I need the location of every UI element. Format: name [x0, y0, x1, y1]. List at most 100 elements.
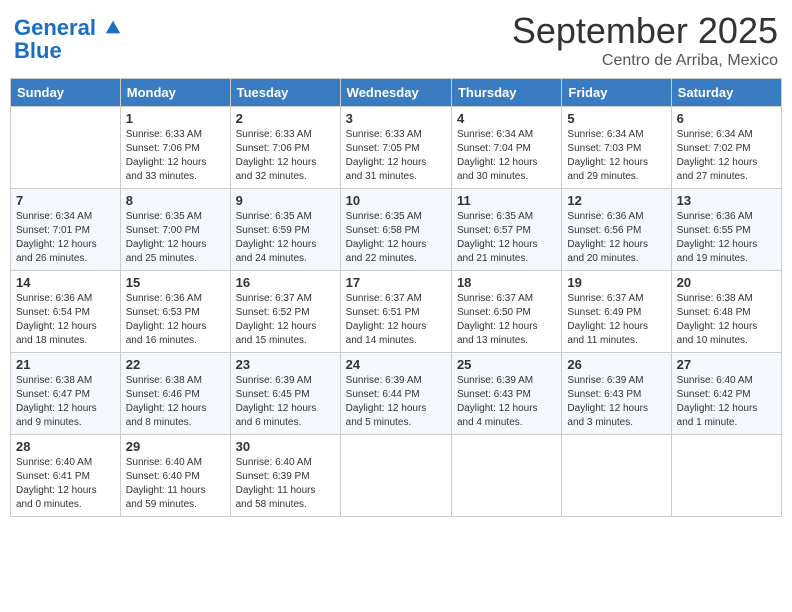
weekday-header-tuesday: Tuesday — [230, 79, 340, 107]
calendar-cell — [671, 435, 781, 517]
day-info: Sunrise: 6:39 AM Sunset: 6:44 PM Dayligh… — [346, 374, 446, 430]
day-info: Sunrise: 6:39 AM Sunset: 6:43 PM Dayligh… — [567, 374, 665, 430]
calendar-cell: 14 Sunrise: 6:36 AM Sunset: 6:54 PM Dayli… — [11, 271, 121, 353]
day-number: 4 — [457, 111, 556, 126]
day-info: Sunrise: 6:37 AM Sunset: 6:52 PM Dayligh… — [236, 292, 335, 348]
calendar-cell — [340, 435, 451, 517]
calendar-cell: 19Sunrise: 6:37 AM Sunset: 6:49 PM Dayli… — [562, 271, 671, 353]
calendar-cell: 28 Sunrise: 6:40 AM Sunset: 6:41 PM Dayli… — [11, 435, 121, 517]
day-info: Sunrise: 6:34 AM Sunset: 7:04 PM Dayligh… — [457, 128, 556, 184]
day-number: 5 — [567, 111, 665, 126]
day-info: Sunrise: 6:35 AM Sunset: 6:57 PM Dayligh… — [457, 210, 556, 266]
week-row-1: 1 Sunrise: 6:33 AM Sunset: 7:06 PM Daylig… — [11, 107, 782, 189]
weekday-header-wednesday: Wednesday — [340, 79, 451, 107]
calendar-cell: 5 Sunrise: 6:34 AM Sunset: 7:03 PM Daylig… — [562, 107, 671, 189]
calendar-cell: 18 Sunrise: 6:37 AM Sunset: 6:50 PM Dayli… — [451, 271, 561, 353]
weekday-header-saturday: Saturday — [671, 79, 781, 107]
day-info: Sunrise: 6:39 AM Sunset: 6:45 PM Dayligh… — [236, 374, 335, 430]
day-info: Sunrise: 6:38 AM Sunset: 6:48 PM Dayligh… — [677, 292, 776, 348]
day-info: Sunrise: 6:33 AM Sunset: 7:05 PM Dayligh… — [346, 128, 446, 184]
weekday-header-thursday: Thursday — [451, 79, 561, 107]
calendar-cell: 7 Sunrise: 6:34 AM Sunset: 7:01 PM Daylig… — [11, 189, 121, 271]
day-number: 29 — [126, 439, 225, 454]
day-info: Sunrise: 6:39 AM Sunset: 6:43 PM Dayligh… — [457, 374, 556, 430]
day-info: Sunrise: 6:35 AM Sunset: 7:00 PM Dayligh… — [126, 210, 225, 266]
day-number: 21 — [16, 357, 115, 372]
calendar-cell: 17 Sunrise: 6:37 AM Sunset: 6:51 PM Dayli… — [340, 271, 451, 353]
day-info: Sunrise: 6:36 AM Sunset: 6:53 PM Dayligh… — [126, 292, 225, 348]
day-number: 12 — [567, 193, 665, 208]
weekday-header-friday: Friday — [562, 79, 671, 107]
calendar-cell: 12 Sunrise: 6:36 AM Sunset: 6:56 PM Dayli… — [562, 189, 671, 271]
month-title: September 2025 — [512, 10, 778, 52]
day-number: 15 — [126, 275, 225, 290]
day-number: 16 — [236, 275, 335, 290]
day-number: 18 — [457, 275, 556, 290]
day-number: 17 — [346, 275, 446, 290]
calendar-cell: 30Sunrise: 6:40 AM Sunset: 6:39 PM Dayli… — [230, 435, 340, 517]
calendar-cell: 13Sunrise: 6:36 AM Sunset: 6:55 PM Dayli… — [671, 189, 781, 271]
day-number: 13 — [677, 193, 776, 208]
page-header: General Blue September 2025 Centro de Ar… — [10, 10, 782, 70]
logo-blue: Blue — [14, 40, 122, 62]
week-row-5: 28 Sunrise: 6:40 AM Sunset: 6:41 PM Dayli… — [11, 435, 782, 517]
day-number: 11 — [457, 193, 556, 208]
weekday-header-row: SundayMondayTuesdayWednesdayThursdayFrid… — [11, 79, 782, 107]
calendar-cell: 26Sunrise: 6:39 AM Sunset: 6:43 PM Dayli… — [562, 353, 671, 435]
calendar-cell: 15 Sunrise: 6:36 AM Sunset: 6:53 PM Dayli… — [120, 271, 230, 353]
calendar-cell: 9 Sunrise: 6:35 AM Sunset: 6:59 PM Daylig… — [230, 189, 340, 271]
calendar-cell: 4 Sunrise: 6:34 AM Sunset: 7:04 PM Daylig… — [451, 107, 561, 189]
day-info: Sunrise: 6:36 AM Sunset: 6:56 PM Dayligh… — [567, 210, 665, 266]
day-number: 27 — [677, 357, 776, 372]
day-info: Sunrise: 6:35 AM Sunset: 6:58 PM Dayligh… — [346, 210, 446, 266]
day-number: 2 — [236, 111, 335, 126]
day-info: Sunrise: 6:34 AM Sunset: 7:01 PM Dayligh… — [16, 210, 115, 266]
title-block: September 2025 Centro de Arriba, Mexico — [512, 10, 778, 70]
calendar-cell: 25Sunrise: 6:39 AM Sunset: 6:43 PM Dayli… — [451, 353, 561, 435]
day-number: 20 — [677, 275, 776, 290]
calendar-cell: 22 Sunrise: 6:38 AM Sunset: 6:46 PM Dayli… — [120, 353, 230, 435]
day-info: Sunrise: 6:37 AM Sunset: 6:50 PM Dayligh… — [457, 292, 556, 348]
day-info: Sunrise: 6:36 AM Sunset: 6:54 PM Dayligh… — [16, 292, 115, 348]
day-number: 10 — [346, 193, 446, 208]
calendar-cell — [562, 435, 671, 517]
day-info: Sunrise: 6:40 AM Sunset: 6:40 PM Dayligh… — [126, 456, 225, 512]
day-info: Sunrise: 6:38 AM Sunset: 6:46 PM Dayligh… — [126, 374, 225, 430]
calendar-cell: 2Sunrise: 6:33 AM Sunset: 7:06 PM Daylig… — [230, 107, 340, 189]
day-info: Sunrise: 6:38 AM Sunset: 6:47 PM Dayligh… — [16, 374, 115, 430]
calendar-cell: 20 Sunrise: 6:38 AM Sunset: 6:48 PM Dayli… — [671, 271, 781, 353]
day-number: 3 — [346, 111, 446, 126]
day-info: Sunrise: 6:40 AM Sunset: 6:41 PM Dayligh… — [16, 456, 115, 512]
day-info: Sunrise: 6:35 AM Sunset: 6:59 PM Dayligh… — [236, 210, 335, 266]
calendar-cell — [451, 435, 561, 517]
day-info: Sunrise: 6:34 AM Sunset: 7:02 PM Dayligh… — [677, 128, 776, 184]
calendar-table: SundayMondayTuesdayWednesdayThursdayFrid… — [10, 78, 782, 517]
day-number: 6 — [677, 111, 776, 126]
day-number: 22 — [126, 357, 225, 372]
weekday-header-monday: Monday — [120, 79, 230, 107]
calendar-cell: 21 Sunrise: 6:38 AM Sunset: 6:47 PM Dayli… — [11, 353, 121, 435]
day-number: 8 — [126, 193, 225, 208]
day-info: Sunrise: 6:37 AM Sunset: 6:51 PM Dayligh… — [346, 292, 446, 348]
calendar-cell: 10 Sunrise: 6:35 AM Sunset: 6:58 PM Dayli… — [340, 189, 451, 271]
day-number: 28 — [16, 439, 115, 454]
day-info: Sunrise: 6:34 AM Sunset: 7:03 PM Dayligh… — [567, 128, 665, 184]
day-number: 30 — [236, 439, 335, 454]
day-number: 1 — [126, 111, 225, 126]
calendar-cell: 23 Sunrise: 6:39 AM Sunset: 6:45 PM Dayli… — [230, 353, 340, 435]
calendar-cell: 1 Sunrise: 6:33 AM Sunset: 7:06 PM Daylig… — [120, 107, 230, 189]
day-number: 19 — [567, 275, 665, 290]
weekday-header-sunday: Sunday — [11, 79, 121, 107]
day-number: 14 — [16, 275, 115, 290]
logo: General Blue — [14, 16, 122, 62]
day-number: 23 — [236, 357, 335, 372]
day-info: Sunrise: 6:33 AM Sunset: 7:06 PM Dayligh… — [126, 128, 225, 184]
calendar-cell: 29 Sunrise: 6:40 AM Sunset: 6:40 PM Dayli… — [120, 435, 230, 517]
calendar-cell: 11 Sunrise: 6:35 AM Sunset: 6:57 PM Dayli… — [451, 189, 561, 271]
day-number: 9 — [236, 193, 335, 208]
day-number: 7 — [16, 193, 115, 208]
day-info: Sunrise: 6:40 AM Sunset: 6:42 PM Dayligh… — [677, 374, 776, 430]
calendar-cell: 6 Sunrise: 6:34 AM Sunset: 7:02 PM Daylig… — [671, 107, 781, 189]
week-row-2: 7 Sunrise: 6:34 AM Sunset: 7:01 PM Daylig… — [11, 189, 782, 271]
calendar-cell — [11, 107, 121, 189]
